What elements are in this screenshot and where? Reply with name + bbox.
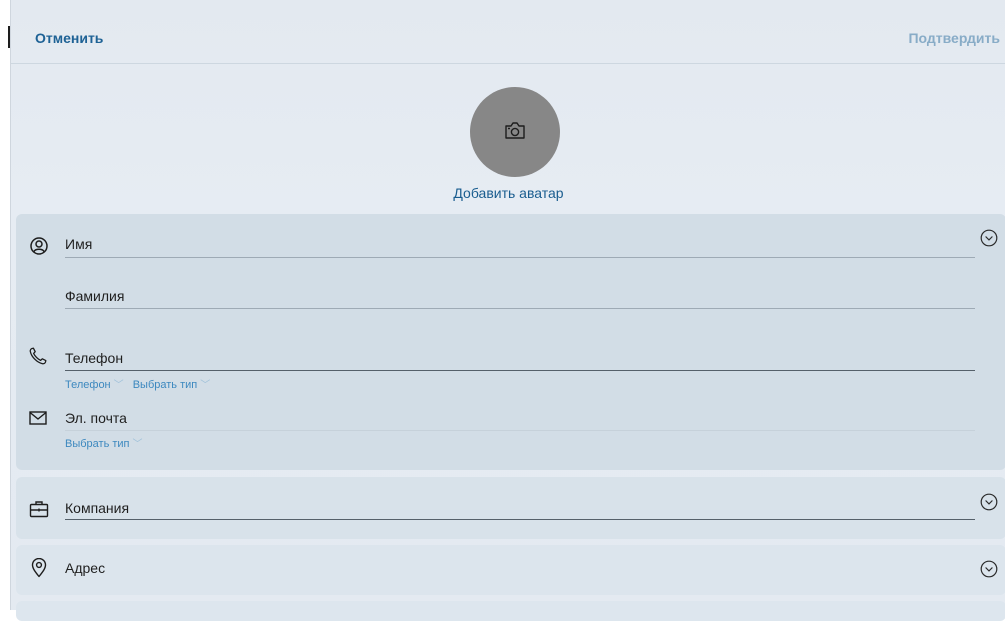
company-field[interactable]: Компания: [65, 500, 975, 522]
phone-select-type-dropdown[interactable]: Выбрать тип: [133, 379, 198, 391]
company-section: Компания: [16, 477, 1005, 539]
briefcase-icon: [29, 501, 49, 518]
expand-chevron-icon[interactable]: [980, 229, 998, 247]
email-select-type-dropdown[interactable]: Выбрать тип: [65, 438, 130, 450]
confirm-button[interactable]: Подтвердить: [908, 30, 1000, 46]
location-pin-icon: [31, 558, 47, 578]
email-placeholder: Эл. почта: [65, 410, 127, 426]
contact-editor-window: Отменить Подтвердить Добавить аватар Имя…: [10, 0, 1005, 621]
email-options: Выбрать тип ﹀: [65, 435, 149, 450]
last-name-field[interactable]: Фамилия: [65, 288, 975, 310]
camera-icon: [505, 122, 525, 139]
header-bar: Отменить Подтвердить: [11, 0, 1005, 64]
phone-field[interactable]: Телефон: [65, 350, 975, 372]
chevron-down-icon: ﹀: [132, 439, 143, 450]
avatar-placeholder[interactable]: [470, 87, 560, 177]
chevron-down-icon: ﹀: [200, 380, 211, 391]
expand-chevron-icon[interactable]: [980, 493, 998, 511]
person-icon: [30, 237, 48, 255]
phone-type-dropdown[interactable]: Телефон: [65, 379, 111, 391]
mail-icon: [29, 411, 47, 425]
next-section-partial: [16, 601, 1005, 621]
phone-icon: [29, 347, 47, 365]
first-name-placeholder: Имя: [65, 236, 93, 252]
add-avatar-link[interactable]: Добавить аватар: [11, 185, 1005, 201]
contact-main-section: Имя Фамилия Телефон Телефон ﹀ Выбрать тип…: [16, 214, 1005, 470]
first-name-field[interactable]: Имя: [65, 236, 975, 258]
phone-placeholder: Телефон: [65, 350, 124, 366]
address-section[interactable]: Адрес: [16, 545, 1005, 595]
expand-chevron-icon[interactable]: [980, 560, 998, 578]
address-label: Адрес: [65, 560, 106, 576]
cancel-button[interactable]: Отменить: [35, 30, 103, 46]
phone-options: Телефон ﹀ Выбрать тип ﹀: [65, 376, 216, 391]
chevron-down-icon: ﹀: [113, 380, 124, 391]
email-field[interactable]: Эл. почта: [65, 410, 975, 432]
company-placeholder: Компания: [65, 500, 130, 516]
last-name-placeholder: Фамилия: [65, 288, 125, 304]
